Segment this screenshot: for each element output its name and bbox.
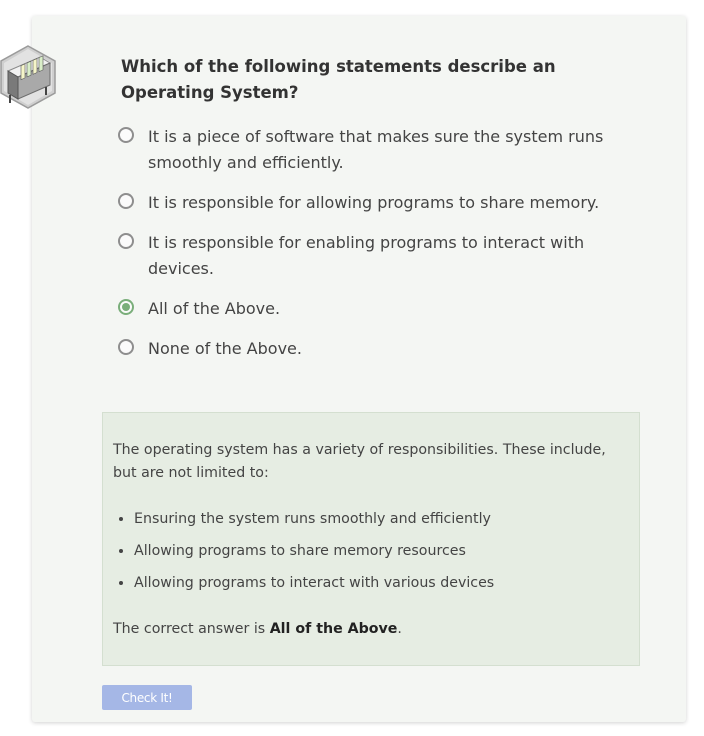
answer-suffix: . xyxy=(397,621,402,637)
feedback-bullet: Allowing programs to interact with vario… xyxy=(134,567,494,599)
feedback-correct-answer: The correct answer is All of the Above. xyxy=(113,618,402,641)
option-interact-devices[interactable]: It is responsible for enabling programs … xyxy=(118,230,638,282)
option-all-of-the-above[interactable]: All of the Above. xyxy=(118,296,638,322)
feedback-bullet: Ensuring the system runs smoothly and ef… xyxy=(134,503,494,535)
rack-hexagon-icon xyxy=(0,45,56,109)
radio-icon[interactable] xyxy=(118,339,134,355)
option-label: All of the Above. xyxy=(148,299,281,318)
answer-options: It is a piece of software that makes sur… xyxy=(118,124,638,376)
question-text: Which of the following statements descri… xyxy=(121,57,556,102)
radio-icon[interactable] xyxy=(118,233,134,249)
radio-selected-icon[interactable] xyxy=(118,299,134,315)
option-share-memory[interactable]: It is responsible for allowing programs … xyxy=(118,190,638,216)
answer-highlight: All of the Above xyxy=(269,621,398,637)
feedback-panel: The operating system has a variety of re… xyxy=(102,412,640,666)
feedback-bullet-list: Ensuring the system runs smoothly and ef… xyxy=(113,503,494,599)
option-label: None of the Above. xyxy=(148,339,302,358)
option-software-runs-smoothly[interactable]: It is a piece of software that makes sur… xyxy=(118,124,638,176)
option-label: It is responsible for allowing programs … xyxy=(148,193,600,212)
check-it-button[interactable]: Check It! xyxy=(102,685,192,710)
option-label: It is a piece of software that makes sur… xyxy=(148,127,604,172)
answer-prefix: The correct answer is xyxy=(113,621,270,637)
option-label: It is responsible for enabling programs … xyxy=(148,233,585,278)
radio-icon[interactable] xyxy=(118,127,134,143)
option-none-of-the-above[interactable]: None of the Above. xyxy=(118,336,638,362)
feedback-intro: The operating system has a variety of re… xyxy=(113,442,606,481)
radio-icon[interactable] xyxy=(118,193,134,209)
feedback-bullet: Allowing programs to share memory resour… xyxy=(134,535,494,567)
